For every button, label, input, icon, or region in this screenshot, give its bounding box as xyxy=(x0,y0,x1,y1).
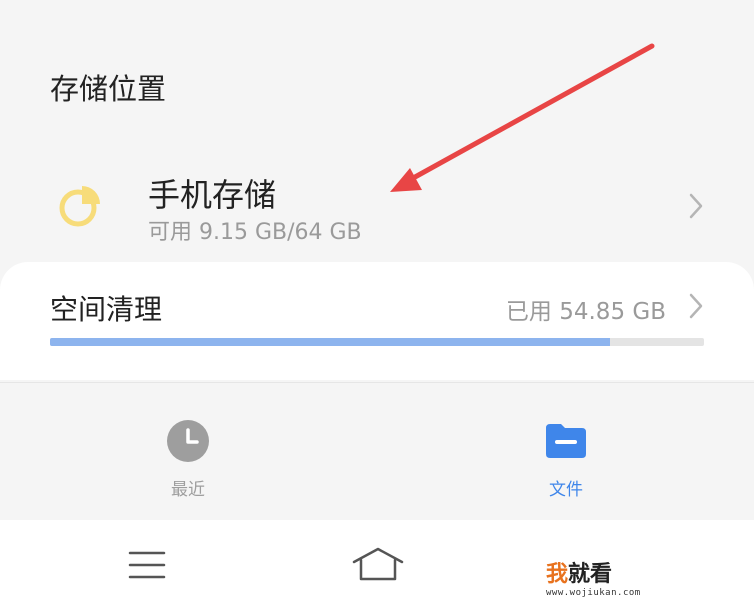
used-storage-text: 已用 54.85 GB xyxy=(505,299,666,325)
chevron-right-icon xyxy=(689,293,703,319)
tab-label-recent: 最近 xyxy=(171,480,205,500)
cleanup-label: 空间清理 xyxy=(50,293,163,326)
tab-recent[interactable]: 最近 xyxy=(108,383,268,521)
pie-chart-icon xyxy=(59,186,100,227)
watermark-text-rest: 就看 xyxy=(568,562,613,587)
chevron-right-icon xyxy=(689,193,703,219)
system-navigation-bar: 我就看 www.wojiukan.com xyxy=(0,520,754,609)
section-title: 存储位置 xyxy=(50,72,167,106)
storage-name: 手机存储 xyxy=(148,176,277,214)
menu-icon[interactable] xyxy=(128,550,166,580)
watermark-text-first: 我 xyxy=(546,562,569,587)
watermark: 我就看 www.wojiukan.com xyxy=(546,556,641,598)
tab-label-files: 文件 xyxy=(549,480,583,500)
home-icon[interactable] xyxy=(352,546,404,582)
tab-files[interactable]: 文件 xyxy=(486,383,646,521)
storage-available: 可用 9.15 GB/64 GB xyxy=(148,220,362,245)
phone-storage-item[interactable]: 手机存储 可用 9.15 GB/64 GB xyxy=(0,150,754,260)
storage-progress-bar xyxy=(50,338,704,346)
watermark-url: www.wojiukan.com xyxy=(546,588,641,598)
folder-icon xyxy=(546,424,586,458)
clock-icon xyxy=(167,420,209,462)
storage-progress-fill xyxy=(50,338,611,346)
space-cleanup-card[interactable]: 空间清理 已用 54.85 GB xyxy=(0,262,754,380)
bottom-tab-bar: 最近 文件 xyxy=(0,382,754,521)
